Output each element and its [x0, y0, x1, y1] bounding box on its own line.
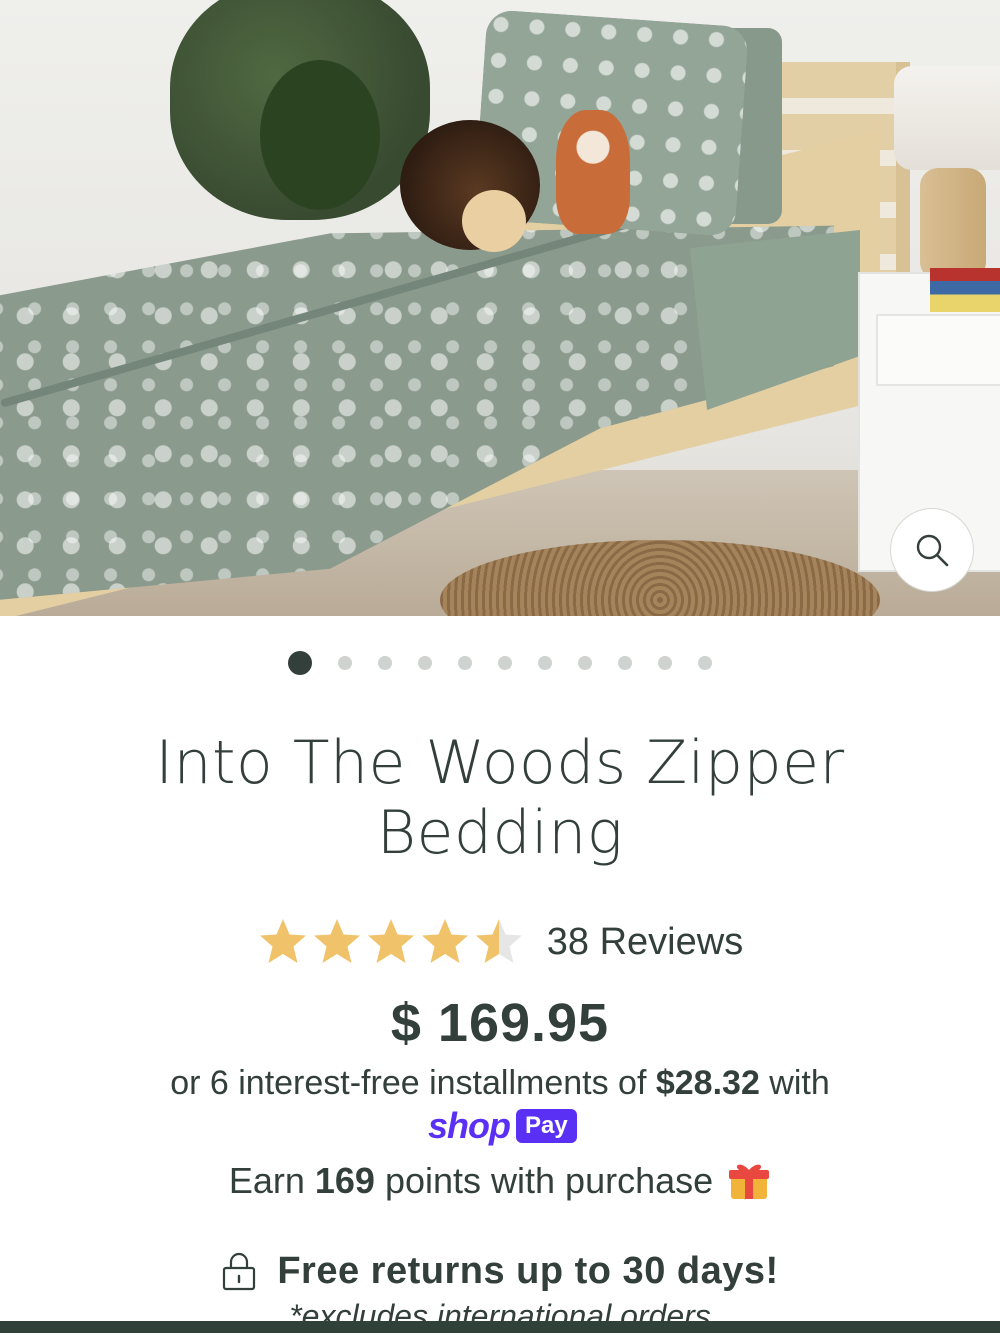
books: [930, 268, 1000, 312]
carousel-dot[interactable]: [578, 656, 592, 670]
carousel-dot[interactable]: [698, 656, 712, 670]
points-value: 169: [314, 1160, 375, 1201]
fox-plush: [556, 110, 630, 234]
product-title: Into The Woods Zipper Bedding: [155, 728, 845, 868]
star-icon: [313, 919, 360, 963]
installments-suffix: with: [759, 1064, 830, 1102]
star-rating: [257, 917, 527, 967]
carousel-dot[interactable]: [458, 656, 472, 670]
carousel-dot[interactable]: [658, 656, 672, 670]
plant-leaves: [260, 60, 380, 210]
shop-pay-badge: Pay: [516, 1109, 577, 1143]
carousel-dot[interactable]: [538, 656, 552, 670]
magnifier-icon: [916, 534, 949, 567]
rating-row[interactable]: 38 Reviews: [0, 914, 1000, 970]
carousel-dot[interactable]: [338, 656, 352, 670]
bottom-bar: [0, 1321, 1000, 1333]
points-suffix: points with purchase: [384, 1160, 714, 1201]
zoom-button[interactable]: [890, 508, 974, 592]
rewards-points: Earn 169 points with purchase: [0, 1156, 1000, 1206]
installments-prefix: or 6 interest-free installments of: [170, 1064, 656, 1102]
carousel-dot[interactable]: [418, 656, 432, 670]
carousel-dot[interactable]: [498, 656, 512, 670]
returns-headline: Free returns up to 30 days!: [277, 1249, 779, 1292]
points-prefix: Earn: [228, 1160, 305, 1201]
star-icon: [367, 919, 414, 963]
star-icon: [475, 919, 522, 963]
shop-pay-word: shop: [428, 1105, 511, 1146]
gift-icon: [729, 1164, 770, 1199]
star-icon: [259, 919, 306, 963]
shop-pay-logo[interactable]: shop Pay: [428, 1105, 577, 1146]
returns-banner: Free returns up to 30 days!: [0, 1244, 1000, 1298]
carousel-dots: [0, 650, 1000, 676]
nightstand-drawer: [876, 314, 1000, 386]
lamp-shade: [894, 66, 1000, 170]
hedgehog-face: [462, 190, 526, 252]
carousel-dot[interactable]: [378, 656, 392, 670]
carousel-dot[interactable]: [288, 651, 312, 675]
installment-amount: $28.32: [655, 1064, 760, 1102]
star-icon: [421, 919, 468, 963]
installments-text: or 6 interest-free installments of $28.3…: [0, 1064, 1000, 1103]
product-image[interactable]: [0, 0, 1000, 616]
product-price: $ 169.95: [390, 993, 610, 1053]
lamp-base: [920, 168, 986, 280]
reviews-link[interactable]: 38 Reviews: [547, 921, 743, 964]
lock-icon: [223, 1252, 256, 1291]
carousel-dot[interactable]: [618, 656, 632, 670]
